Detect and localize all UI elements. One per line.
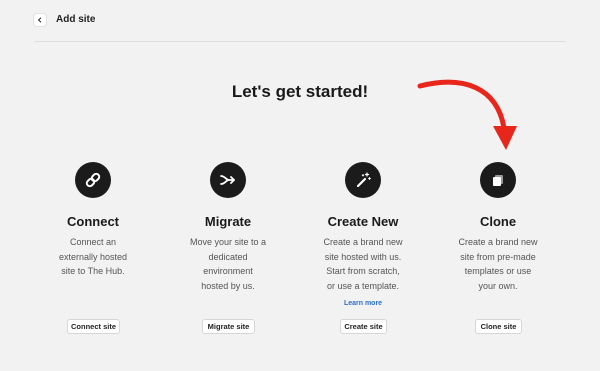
card-title: Connect <box>67 214 119 229</box>
clone-site-button[interactable]: Clone site <box>475 319 522 334</box>
migrate-icon <box>210 162 246 198</box>
card-description: Connect an externally hosted site to The… <box>58 237 128 276</box>
copy-icon <box>480 162 516 198</box>
top-bar: Add site <box>34 0 566 42</box>
connect-site-button[interactable]: Connect site <box>67 319 120 334</box>
link-icon <box>75 162 111 198</box>
card-description: Move your site to a dedicated environmen… <box>189 237 267 291</box>
create-new-card: Create New Create a brand new site hoste… <box>303 162 423 293</box>
card-title: Create New <box>327 214 399 229</box>
card-description: Create a brand new site from pre-made te… <box>458 237 538 291</box>
card-description: Create a brand new site hosted with us. … <box>323 237 403 291</box>
card-title: Clone <box>479 214 517 229</box>
clone-card: Clone Create a brand new site from pre-m… <box>438 162 558 293</box>
back-button[interactable] <box>34 14 46 26</box>
learn-more-link[interactable]: Learn more <box>303 300 423 307</box>
magic-wand-icon <box>345 162 381 198</box>
chevron-left-icon <box>37 17 42 23</box>
card-title: Migrate <box>204 214 252 229</box>
migrate-site-button[interactable]: Migrate site <box>202 319 255 334</box>
hero-title: Let's get started! <box>231 82 369 101</box>
create-site-button[interactable]: Create site <box>340 319 387 334</box>
migrate-card: Migrate Move your site to a dedicated en… <box>168 162 288 293</box>
page-title: Add site <box>56 14 96 25</box>
connect-card: Connect Connect an externally hosted sit… <box>33 162 153 279</box>
